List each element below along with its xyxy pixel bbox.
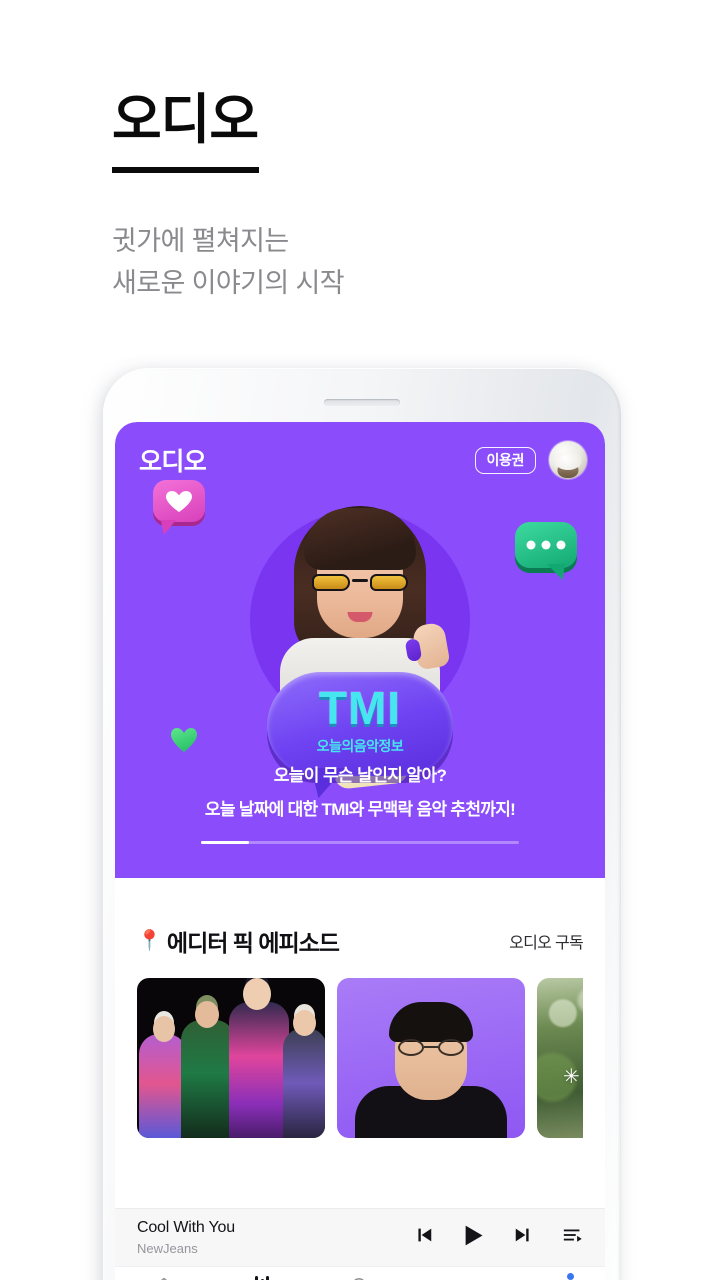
band-head-3 [243,978,271,1010]
play-icon[interactable] [460,1222,487,1254]
hero-caption: 오늘이 무슨 날인지 알아? 오늘 날짜에 대한 TMI와 무맥락 음악 추천까… [115,761,605,820]
skip-previous-icon[interactable] [412,1224,434,1251]
track-artist: NewJeans [137,1240,198,1256]
thumbs-up-hand-icon [411,621,451,671]
player-controls [412,1222,585,1254]
sunglasses-lens-right [370,574,408,591]
home-icon [115,1274,213,1280]
sunglasses-lens-left [312,574,350,591]
page-title: 오디오 [112,90,259,150]
notification-badge [567,1273,574,1280]
portrait-hair [389,1002,473,1042]
portrait-glasses-icon [398,1039,464,1056]
earpiece-speaker [324,399,400,406]
portrait-lens-left [398,1039,424,1056]
phone-screen: 오디오 이용권 TMI 오늘의음악정보 오늘이 무슨 날인지 알아? 오늘 날짜… [115,422,605,1280]
page-subtitle-line-2: 새로운 이야기의 시작 [112,267,345,298]
content-section: 📍 에디터 픽 에피소드 오디오 구독 ✳ [115,878,605,1138]
portrait-lens-bridge [424,1046,438,1048]
hero-artwork: TMI 오늘의음악정보 [115,470,605,790]
track-info[interactable]: Cool With You NewJeans [137,1219,235,1256]
audio-subscribe-link[interactable]: 오디오 구독 [509,929,584,953]
app-header: 오디오 이용권 [115,422,605,498]
section-header: 📍 에디터 픽 에피소드 오디오 구독 [137,878,584,978]
nav-item-allmenu[interactable]: 전체메뉴 [507,1273,605,1280]
nav-item-home[interactable]: 홈 [115,1274,213,1280]
sunglasses-icon [312,574,408,592]
tmi-title: TMI [318,682,402,734]
phone-mockup: 오디오 이용권 TMI 오늘의음악정보 오늘이 무슨 날인지 알아? 오늘 날짜… [103,368,621,1280]
skip-next-icon[interactable] [513,1224,535,1251]
episode-card-list[interactable]: ✳ 홍소 [137,978,583,1138]
playlist-icon[interactable] [561,1224,585,1251]
character-hair-front [304,508,416,570]
hero-caption-line-2: 오늘 날짜에 대한 TMI와 무맥락 음악 추천까지! [204,800,516,819]
episode-card-band[interactable] [137,978,325,1138]
app-logo: 오디오 [139,448,207,476]
chat-bubble-green-icon [515,522,577,568]
track-title: Cool With You [137,1218,235,1236]
folder-icon [409,1274,507,1280]
audio-equalizer-icon [213,1274,311,1280]
episode-card-garden[interactable]: ✳ 홍소 [537,978,583,1138]
heart-green-icon [171,728,197,752]
sunglasses-bridge [352,579,368,582]
band-member-2 [181,1020,235,1138]
band-head-1 [153,1016,175,1042]
nav-item-mymusic[interactable]: 내음악 [409,1274,507,1280]
hero-banner[interactable]: 오디오 이용권 TMI 오늘의음악정보 오늘이 무슨 날인지 알아? 오늘 날짜… [115,422,605,878]
hero-caption-line-1: 오늘이 무슨 날인지 알아? [273,766,447,785]
page-intro: 오디오 귓가에 펼쳐지는 새로운 이야기의 시작 [112,92,632,304]
band-head-4 [293,1010,316,1036]
band-member-4 [283,1028,325,1138]
ticket-button[interactable]: 이용권 [474,446,536,474]
nav-item-audio[interactable]: 오디오 [213,1274,311,1280]
sparkle-icon: ✳ [563,1066,580,1088]
avatar[interactable] [549,441,587,479]
band-member-1 [139,1034,187,1138]
hero-carousel-progress[interactable] [201,841,519,844]
hamburger-menu-icon [507,1274,605,1280]
nav-item-search[interactable]: 검색 [311,1274,409,1280]
bottom-navigation: 홈 오디오 검색 [115,1266,605,1280]
episode-card-portrait[interactable] [337,978,525,1138]
chat-dots [526,540,566,550]
search-icon [311,1274,409,1280]
pin-icon: 📍 [137,930,162,952]
tmi-subtitle: 오늘의음악정보 [316,738,404,754]
band-head-2 [195,1001,219,1028]
title-underline [112,166,259,173]
band-member-3 [229,1002,289,1138]
page-subtitle: 귓가에 펼쳐지는 새로운 이야기의 시작 [112,221,632,305]
portrait-lens-right [438,1039,464,1056]
mini-player[interactable]: Cool With You NewJeans [115,1208,605,1266]
page-subtitle-line-1: 귓가에 펼쳐지는 [112,225,289,256]
section-title: 에디터 픽 에피소드 [166,930,340,956]
app-header-actions: 이용권 [474,441,587,479]
hero-carousel-progress-fill [201,841,249,844]
